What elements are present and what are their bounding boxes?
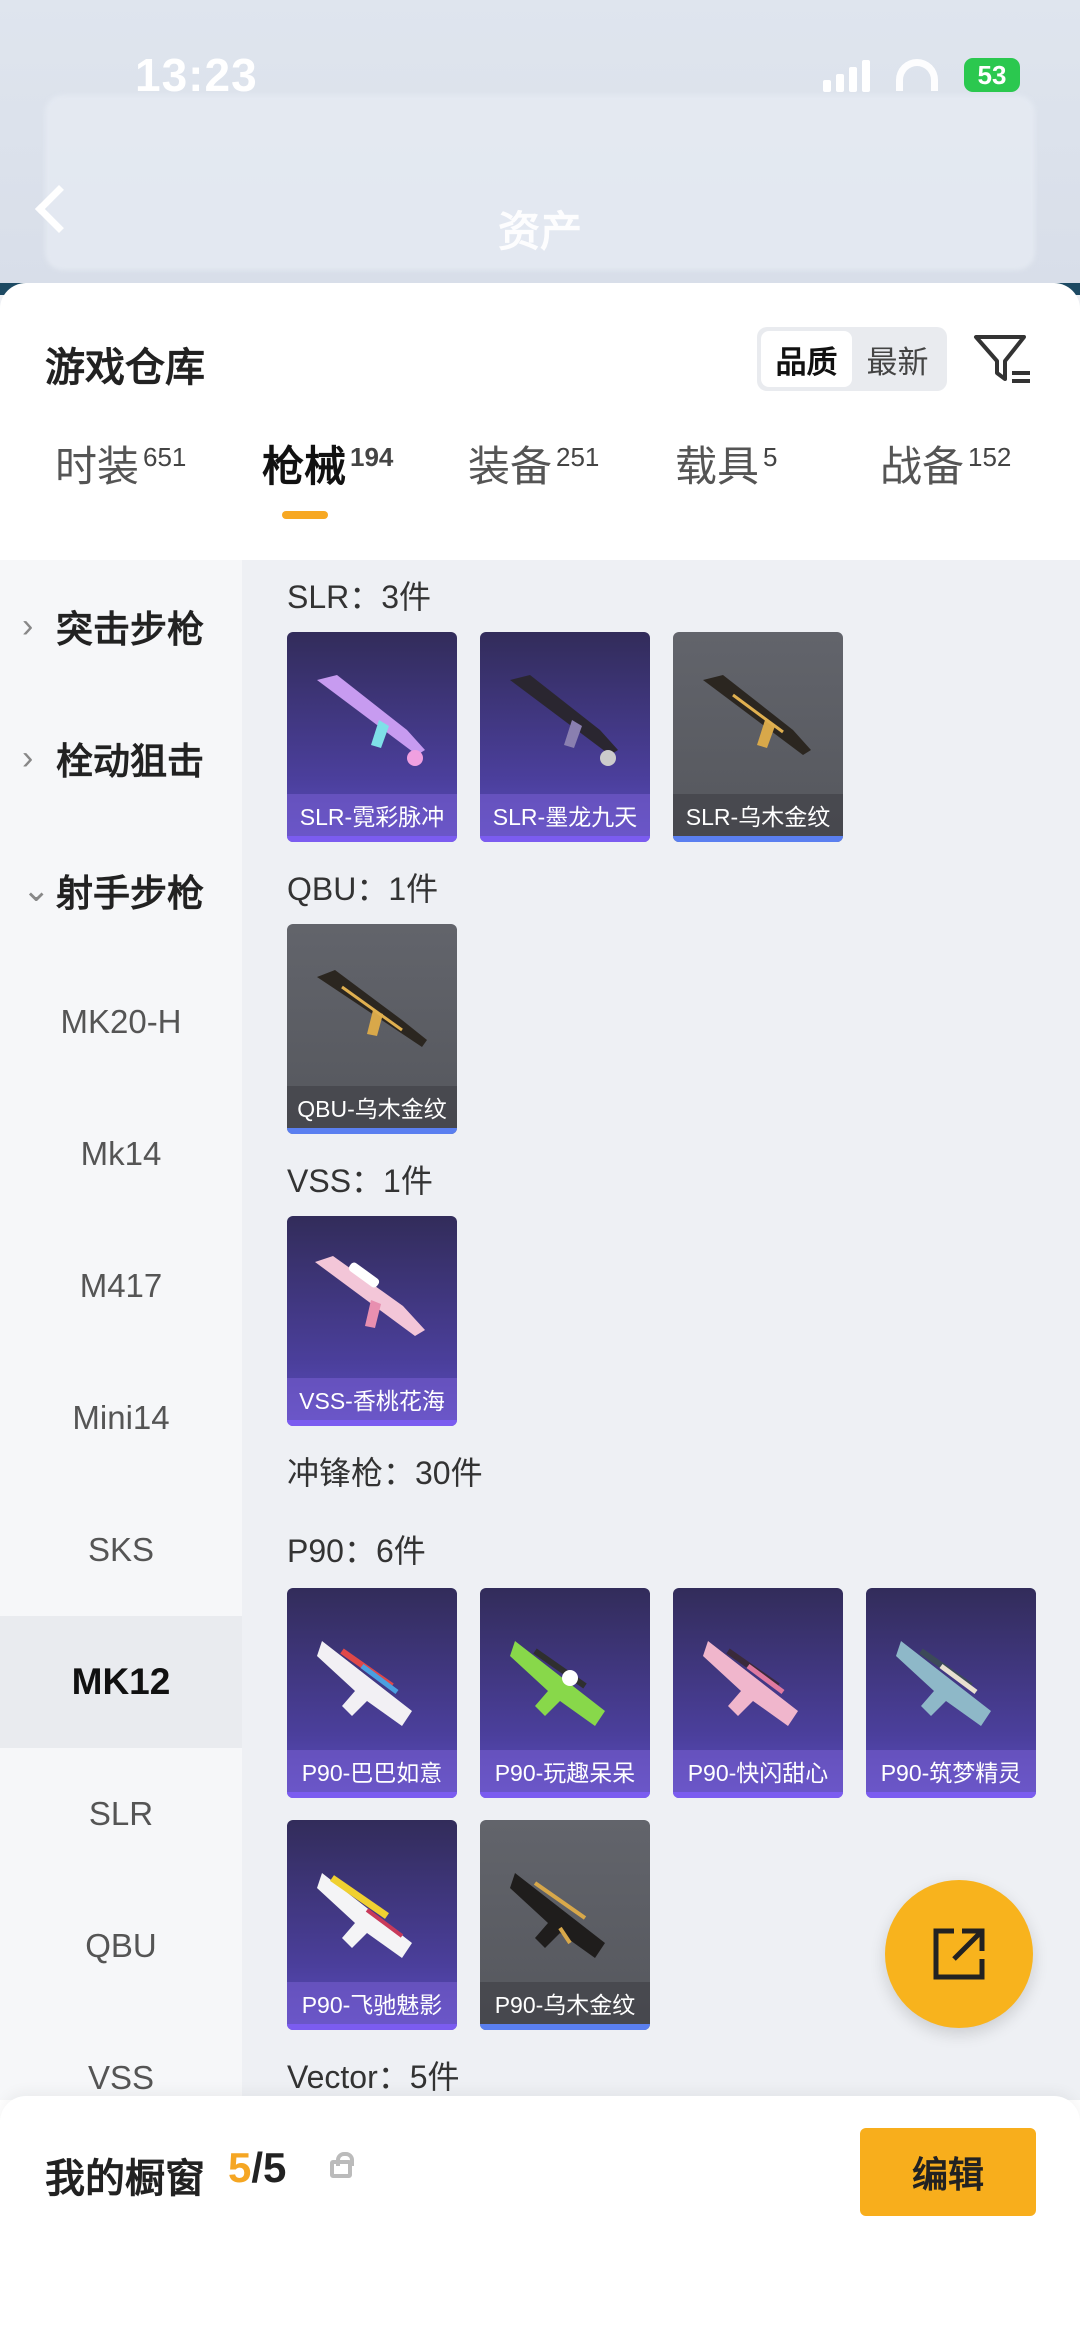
sidebar-item-marksman-rifle[interactable]: ⌄ 射手步枪 bbox=[0, 824, 242, 956]
rifle-icon bbox=[510, 675, 618, 766]
sidebar-sub-qbu[interactable]: QBU bbox=[0, 1880, 242, 2012]
rarity-bar bbox=[673, 836, 843, 842]
smg-icon bbox=[703, 1641, 798, 1726]
rifle-icon bbox=[703, 675, 811, 755]
weapon-card[interactable]: QBU-乌木金纹 bbox=[287, 924, 457, 1134]
rifle-icon bbox=[315, 1256, 425, 1336]
tab-supplies[interactable]: 战备 152 bbox=[880, 433, 1011, 494]
weapon-card[interactable]: SLR-墨龙九天 bbox=[480, 632, 650, 842]
section-title-qbu: QBU：1件 bbox=[287, 871, 439, 907]
sidebar-sub-mk12[interactable]: MK12 bbox=[0, 1616, 242, 1748]
share-icon bbox=[933, 1928, 985, 1980]
category-tabs: 时装 651 枪械 194 装备 251 载具 5 战备 152 bbox=[0, 433, 1080, 543]
page-title: 资产 bbox=[497, 208, 582, 255]
sidebar-sub-m417[interactable]: M417 bbox=[0, 1220, 242, 1352]
weapon-card[interactable]: P90-玩趣呆呆 bbox=[480, 1588, 650, 1798]
weapon-card[interactable]: SLR-霓彩脉冲 bbox=[287, 632, 457, 842]
weapon-card[interactable]: P90-飞驰魅影 bbox=[287, 1820, 457, 2030]
filter-icon[interactable] bbox=[972, 329, 1034, 391]
rifle-icon bbox=[317, 970, 427, 1047]
sidebar-item-bolt-sniper[interactable]: › 栓动狙击 bbox=[0, 692, 242, 824]
sort-quality-button[interactable]: 品质 bbox=[761, 331, 852, 387]
section-title-vector: Vector：5件 bbox=[287, 2059, 460, 2095]
smg-icon bbox=[510, 1873, 605, 1958]
weapon-sidebar: › 突击步枪 › 栓动狙击 ⌄ 射手步枪 MK20-H Mk14 M417 Mini1… bbox=[0, 560, 242, 2100]
sidebar-sub-sks[interactable]: SKS bbox=[0, 1484, 242, 1616]
weapon-card[interactable]: VSS-香桃花海 bbox=[287, 1216, 457, 1426]
smg-icon bbox=[317, 1641, 412, 1726]
weapon-card[interactable]: SLR-乌木金纹 bbox=[673, 632, 843, 842]
sort-latest-button[interactable]: 最新 bbox=[852, 331, 943, 387]
rarity-bar bbox=[287, 1792, 457, 1798]
smg-icon bbox=[896, 1641, 991, 1726]
chevron-right-icon: › bbox=[22, 606, 34, 645]
share-button[interactable] bbox=[885, 1880, 1033, 2028]
wifi-icon bbox=[896, 59, 938, 91]
showcase-bar: 我的橱窗 5/5 编辑 bbox=[0, 2096, 1080, 2341]
chevron-down-icon: ⌄ bbox=[22, 871, 51, 909]
header-background: 13:23 53 资产 bbox=[0, 0, 1080, 290]
rarity-bar bbox=[480, 1792, 650, 1798]
showcase-title: 我的橱窗 bbox=[45, 2157, 205, 2201]
smg-icon bbox=[510, 1641, 605, 1726]
section-title-vss: VSS：1件 bbox=[287, 1163, 433, 1199]
rarity-bar bbox=[480, 836, 650, 842]
rarity-bar bbox=[480, 2024, 650, 2030]
status-time: 13:23 bbox=[135, 49, 258, 101]
sidebar-item-assault-rifle[interactable]: › 突击步枪 bbox=[0, 560, 242, 692]
battery-icon: 53 bbox=[964, 58, 1020, 92]
tab-guns[interactable]: 枪械 194 bbox=[262, 433, 393, 519]
status-icons: 53 bbox=[823, 58, 1020, 92]
tab-equipment[interactable]: 装备 251 bbox=[468, 433, 599, 494]
tab-vehicles[interactable]: 载具 5 bbox=[675, 433, 777, 494]
tab-underline bbox=[282, 511, 328, 519]
weapon-card[interactable]: P90-乌木金纹 bbox=[480, 1820, 650, 2030]
chevron-right-icon: › bbox=[22, 738, 34, 777]
rarity-bar bbox=[287, 2024, 457, 2030]
rarity-bar bbox=[287, 836, 457, 842]
showcase-count: 5/5 bbox=[228, 2144, 287, 2191]
warehouse-title: 游戏仓库 bbox=[45, 346, 205, 390]
sidebar-sub-slr[interactable]: SLR bbox=[0, 1748, 242, 1880]
sort-toggle: 品质 最新 bbox=[757, 327, 947, 391]
sidebar-sub-mk14[interactable]: Mk14 bbox=[0, 1088, 242, 1220]
smg-icon bbox=[317, 1873, 412, 1958]
section-title-smg: 冲锋枪：30件 bbox=[287, 1455, 483, 1491]
weapon-card[interactable]: P90-快闪甜心 bbox=[673, 1588, 843, 1798]
section-title-p90: P90：6件 bbox=[287, 1533, 426, 1569]
weapon-card[interactable]: P90-巴巴如意 bbox=[287, 1588, 457, 1798]
section-title-slr: SLR：3件 bbox=[287, 579, 432, 615]
signal-icon bbox=[823, 58, 870, 92]
lock-icon bbox=[330, 2152, 354, 2178]
sidebar-sub-mini14[interactable]: Mini14 bbox=[0, 1352, 242, 1484]
weapon-card[interactable]: P90-筑梦精灵 bbox=[866, 1588, 1036, 1798]
rifle-icon bbox=[317, 675, 425, 766]
rarity-bar bbox=[287, 1128, 457, 1134]
rarity-bar bbox=[673, 1792, 843, 1798]
rarity-bar bbox=[287, 1420, 457, 1426]
edit-button[interactable]: 编辑 bbox=[860, 2128, 1036, 2216]
weapon-list: SLR：3件 SLR-霓彩脉冲 SLR-墨龙九天 SLR-乌木金纹 QBU：1件… bbox=[242, 560, 1080, 2100]
tab-fashion[interactable]: 时装 651 bbox=[55, 433, 186, 494]
rarity-bar bbox=[866, 1792, 1036, 1798]
sidebar-sub-mk20h[interactable]: MK20-H bbox=[0, 956, 242, 1088]
